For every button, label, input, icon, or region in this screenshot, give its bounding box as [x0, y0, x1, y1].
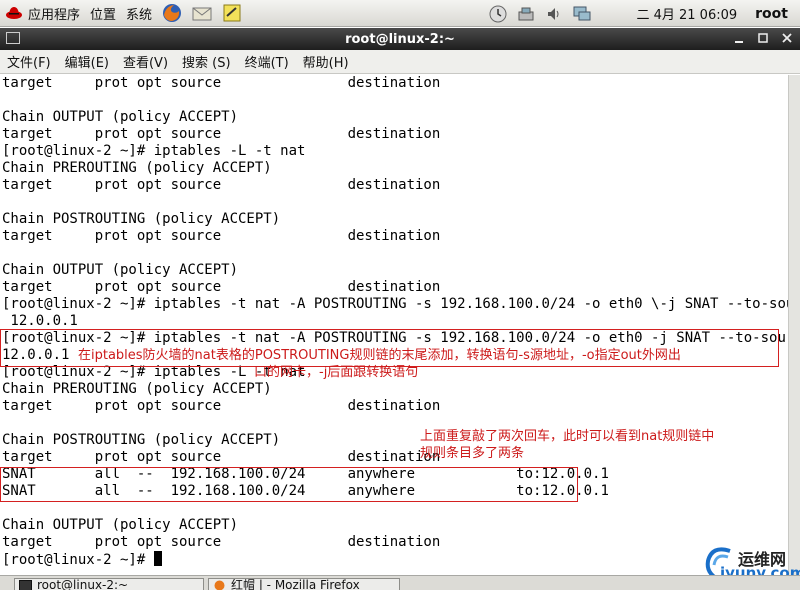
applications-menu[interactable]: 应用程序: [0, 0, 85, 27]
menu-help[interactable]: 帮助(H): [296, 52, 356, 71]
annotation-snat-command-line1: 在iptables防火墙的nat表格的POSTROUTING规则链的末尾添加，转…: [78, 348, 681, 363]
terminal-menubar: 文件(F) 编辑(E) 查看(V) 搜索 (S) 终端(T) 帮助(H): [0, 50, 800, 74]
menu-file[interactable]: 文件(F): [0, 52, 58, 71]
menu-view[interactable]: 查看(V): [116, 52, 175, 71]
network-tools-icon[interactable]: [515, 4, 537, 24]
terminal-cursor: [153, 551, 162, 566]
terminal-line: [root@linux-2 ~]# iptables -L -t nat: [2, 143, 306, 159]
maximize-icon[interactable]: [756, 31, 770, 45]
window-title: root@linux-2:~: [345, 31, 455, 47]
system-tray: 二 4月 21 06:09 root: [484, 0, 800, 27]
menu-search[interactable]: 搜索 (S): [175, 52, 238, 71]
system-menu[interactable]: 系统: [121, 0, 157, 27]
volume-icon[interactable]: [543, 4, 565, 24]
firefox-icon: [214, 580, 225, 590]
terminal-line: [root@linux-2 ~]# iptables -t nat -A POS…: [2, 296, 788, 312]
menu-edit[interactable]: 编辑(E): [58, 52, 116, 71]
snat-rules-highlight-box: [0, 467, 578, 502]
annotation-rules-added-line1: 上面重复敲了两次回车，此时可以看到nat规则链中: [420, 429, 715, 444]
annotation-snat-command-line2: 口的网卡，-j后面跟转换语句: [254, 365, 419, 380]
annotation-snat-command: 在iptables防火墙的nat表格的POSTROUTING规则链的末尾添加，转…: [78, 347, 681, 381]
terminal-line: 12.0.0.1: [2, 313, 78, 329]
notes-launcher-icon[interactable]: [220, 2, 244, 24]
terminal-line: target prot opt source destination: [2, 534, 441, 550]
applications-menu-label: 应用程序: [28, 7, 81, 23]
places-menu-label: 位置: [90, 7, 117, 23]
terminal-line: target prot opt source destination: [2, 126, 441, 142]
email-launcher-icon[interactable]: [190, 2, 214, 24]
menu-terminal[interactable]: 终端(T): [238, 52, 296, 71]
terminal-line: target prot opt source destination: [2, 398, 441, 414]
annotation-rules-added: 上面重复敲了两次回车，此时可以看到nat规则链中 规则条目多了两条: [420, 428, 714, 462]
panel-clock[interactable]: 二 4月 21 06:09: [636, 4, 737, 23]
terminal-line: Chain POSTROUTING (policy ACCEPT): [2, 211, 281, 227]
places-menu[interactable]: 位置: [85, 0, 121, 27]
terminal-line: Chain OUTPUT (policy ACCEPT): [2, 262, 239, 278]
terminal-line: target prot opt source destination: [2, 75, 441, 91]
redhat-icon: [6, 7, 22, 19]
window-controls: [732, 31, 794, 45]
user-name[interactable]: root: [755, 6, 788, 22]
terminal-line: target prot opt source destination: [2, 177, 441, 193]
terminal-line: Chain OUTPUT (policy ACCEPT): [2, 109, 239, 125]
taskbar-item-firefox[interactable]: 红帽 | - Mozilla Firefox: [208, 578, 400, 590]
taskbar-item-terminal[interactable]: root@linux-2:~: [14, 578, 204, 590]
terminal-line: Chain OUTPUT (policy ACCEPT): [2, 517, 239, 533]
bottom-taskbar: root@linux-2:~ 红帽 | - Mozilla Firefox: [0, 575, 800, 590]
terminal-icon: [19, 580, 32, 590]
terminal-scrollbar[interactable]: [788, 75, 800, 575]
terminal-line: Chain PREROUTING (policy ACCEPT): [2, 160, 272, 176]
annotation-rules-added-line2: 规则条目多了两条: [420, 446, 525, 461]
close-icon[interactable]: [780, 31, 794, 45]
terminal-prompt-line: [root@linux-2 ~]#: [0, 551, 788, 568]
terminal-prompt: [root@linux-2 ~]#: [2, 552, 154, 568]
network-status-icon[interactable]: [571, 4, 593, 24]
system-menu-label: 系统: [126, 7, 153, 23]
update-icon[interactable]: [487, 4, 509, 24]
minimize-icon[interactable]: [732, 31, 746, 45]
terminal-line: Chain PREROUTING (policy ACCEPT): [2, 381, 272, 397]
taskbar-item-firefox-label: 红帽 | - Mozilla Firefox: [231, 578, 360, 590]
terminal-line: target prot opt source destination: [2, 228, 441, 244]
firefox-launcher-icon[interactable]: [160, 2, 184, 24]
window-titlebar[interactable]: root@linux-2:~: [0, 28, 800, 50]
top-panel: 应用程序 位置 系统 二 4月 21 06:09 root: [0, 0, 800, 27]
terminal-line: target prot opt source destination: [2, 279, 441, 295]
taskbar-item-terminal-label: root@linux-2:~: [37, 578, 129, 590]
